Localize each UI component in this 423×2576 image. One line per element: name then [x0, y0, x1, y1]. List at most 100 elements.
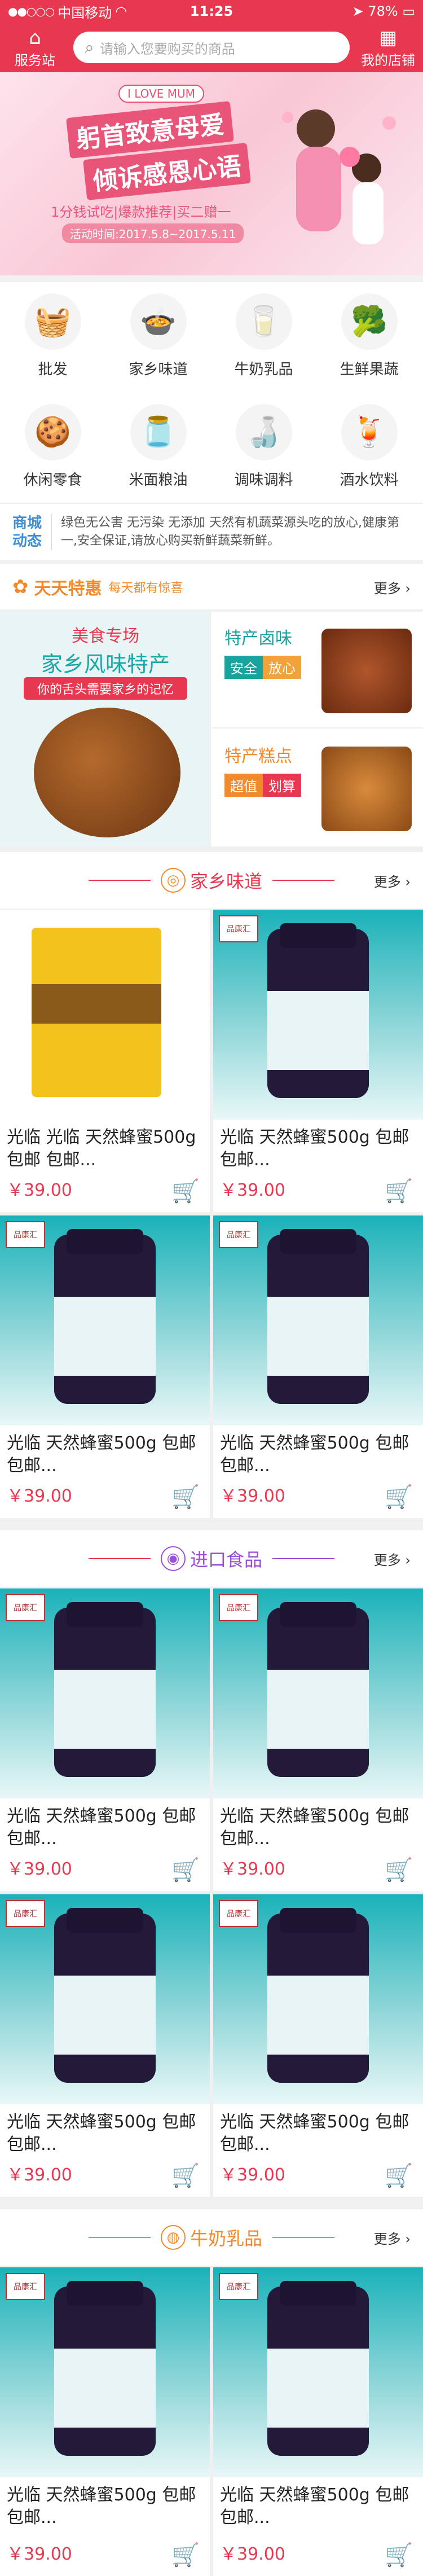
pastry-image [321, 747, 412, 831]
product-name: 光临 天然蜂蜜500g 包邮 包邮... [7, 1433, 196, 1476]
section-more-link[interactable]: 更多 › [374, 2228, 411, 2248]
status-time: 11:25 [190, 3, 233, 19]
location-icon: ➤ [352, 3, 364, 19]
chevron-right-icon: › [405, 2231, 411, 2247]
service-station-button[interactable]: ⌂ 服务站 [8, 27, 62, 69]
bottle-label [267, 1976, 369, 2055]
add-to-cart-icon[interactable]: 🛒 [385, 1178, 413, 1204]
category-label: 休闲零食 [23, 471, 82, 489]
milk-icon: ◍ [160, 2225, 186, 2250]
product-card[interactable]: 品康汇 光临 天然蜂蜜500g 包邮 包邮... ￥39.00 🛒 [0, 1894, 210, 2197]
mall-news[interactable]: 商城动态 绿色无公害 无污染 无添加 天然有机蔬菜源头吃的放心,健康第一,安全保… [0, 503, 423, 560]
snack-band [32, 984, 161, 1024]
product-name: 光临 天然蜂蜜500g 包邮 包邮... [220, 2112, 409, 2154]
supplement-bottle [54, 1229, 156, 1404]
product-card[interactable]: 品康汇 光临 天然蜂蜜500g 包邮 包邮... ￥39.00 🛒 [213, 1215, 423, 1518]
promo-main-card[interactable]: 美食专场 家乡风味特产 你的舌头需要家乡的记忆 [0, 612, 211, 846]
section-header-imported: ◉ 进口食品 更多 › [0, 1530, 423, 1587]
search-placeholder: 请输入您要购买的商品 [99, 41, 235, 57]
bottle-cap [280, 1229, 356, 1254]
category-dairy[interactable]: 🥛 牛奶乳品 [211, 282, 316, 389]
promo-side-card-braised[interactable]: 特产卤味 安全 放心 [212, 612, 423, 729]
category-wholesale[interactable]: 🧺 批发 [0, 282, 105, 389]
more-label: 更多 [373, 580, 401, 596]
category-hometown-taste[interactable]: 🍲 家乡味道 [105, 282, 211, 389]
add-to-cart-icon[interactable]: 🛒 [385, 1857, 413, 1883]
bottle-cap [67, 2281, 143, 2306]
category-label: 家乡味道 [129, 361, 188, 378]
product-image: 品康汇 [213, 1215, 423, 1425]
add-to-cart-icon[interactable]: 🛒 [385, 2162, 413, 2189]
product-card[interactable]: 品康汇 光临 天然蜂蜜500g 包邮 包邮... ￥39.00 🛒 [0, 1215, 210, 1518]
add-to-cart-icon[interactable]: 🛒 [171, 1857, 200, 1883]
supplement-bottle [267, 1908, 369, 2083]
promo-side-card-pastry[interactable]: 特产糕点 超值 划算 [212, 730, 423, 846]
product-card[interactable]: 品康汇 光临 天然蜂蜜500g 包邮 包邮... ￥39.00 🛒 [213, 1588, 423, 1891]
wifi-icon: ◠ [115, 3, 127, 19]
product-card[interactable]: 品康汇 光临 天然蜂蜜500g 包邮 包邮... ￥39.00 🛒 [0, 1588, 210, 1891]
supplement-bottle [267, 1229, 369, 1404]
braised-meat-image [321, 629, 412, 713]
more-label: 更多 [373, 1552, 401, 1568]
snack-package [32, 928, 161, 1097]
product-price: ￥39.00 [7, 1486, 72, 1506]
promo-main-line2: 家乡风味特产 [41, 652, 170, 677]
category-label: 牛奶乳品 [234, 361, 293, 378]
product-image: 品康汇 [0, 1588, 210, 1798]
supplement-bottle [54, 1602, 156, 1777]
chevron-right-icon: › [405, 1552, 411, 1568]
promo-side2-tag2: 划算 [263, 774, 301, 797]
product-card[interactable]: 品康汇 光临 天然蜂蜜500g 包邮 包邮... ￥39.00 🛒 [213, 910, 423, 1212]
section-more-link[interactable]: 更多 › [374, 1549, 411, 1569]
add-to-cart-icon[interactable]: 🛒 [171, 2162, 200, 2189]
add-to-cart-icon[interactable]: 🛒 [171, 1178, 200, 1204]
section-title: 牛奶乳品 [190, 2228, 262, 2249]
my-shop-button[interactable]: ▦ 我的店铺 [361, 27, 415, 69]
category-label: 生鲜果蔬 [340, 361, 399, 378]
food-plate-icon: 🍲 [130, 293, 187, 350]
bottle-cap [280, 923, 356, 948]
add-to-cart-icon[interactable]: 🛒 [385, 2542, 413, 2568]
product-card[interactable]: 品康汇 光临 天然蜂蜜500g 包邮 包邮... ￥39.00 🛒 [0, 2267, 210, 2576]
promo-banner[interactable]: I LOVE MUM 躬首致意母爱 倾诉感恩心语 1分钱试吃|爆款推荐|买二赠一… [0, 72, 423, 275]
home-icon: ⌂ [29, 26, 41, 49]
bottle-label [54, 1670, 156, 1749]
add-to-cart-icon[interactable]: 🛒 [171, 1484, 200, 1510]
product-name: 光临 天然蜂蜜500g 包邮 包邮... [220, 2485, 409, 2527]
promo-side1-tag2: 放心 [263, 656, 301, 679]
section-title: 家乡味道 [190, 871, 262, 892]
product-name: 光临 天然蜂蜜500g 包邮 包邮... [7, 2485, 196, 2527]
category-grain-oil[interactable]: 🫙 米面粮油 [105, 393, 211, 500]
search-input[interactable]: ⌕ 请输入您要购买的商品 [73, 32, 350, 63]
supplement-bottle [267, 1602, 369, 1777]
product-card[interactable]: 品康汇 光临 天然蜂蜜500g 包邮 包邮... ￥39.00 🛒 [213, 1894, 423, 2197]
globe-icon: ◉ [160, 1546, 186, 1571]
brand-logo: 品康汇 [6, 1900, 45, 1927]
add-to-cart-icon[interactable]: 🛒 [171, 2542, 200, 2568]
promo-main-line3: 你的舌头需要家乡的记忆 [24, 677, 187, 700]
header-divider [88, 880, 151, 881]
product-card[interactable]: 品康汇 光临 天然蜂蜜500g 包邮 包邮... ￥39.00 🛒 [213, 2267, 423, 2576]
bottle-cap [280, 1602, 356, 1627]
category-seasoning[interactable]: 🍶 调味调料 [211, 393, 316, 500]
product-price: ￥39.00 [7, 2165, 72, 2185]
category-drinks[interactable]: 🍹 酒水饮料 [316, 393, 422, 500]
flower-icon: ✿ [12, 576, 29, 598]
product-image: 品康汇 [0, 2267, 210, 2477]
add-to-cart-icon[interactable]: 🛒 [385, 1484, 413, 1510]
search-icon: ⌕ [85, 37, 94, 58]
product-card[interactable]: 光临 光临 天然蜂蜜500g 包邮 包邮... ￥39.00 🛒 [0, 910, 210, 1212]
category-snacks[interactable]: 🍪 休闲零食 [0, 393, 105, 500]
sauce-bottle-icon: 🍶 [235, 403, 292, 460]
category-fresh-produce[interactable]: 🥦 生鲜果蔬 [316, 282, 422, 389]
daily-special-more-link[interactable]: 更多 › [374, 577, 411, 597]
category-label: 酒水饮料 [340, 471, 399, 489]
category-label: 调味调料 [234, 471, 293, 489]
top-nav: ⌂ 服务站 ⌕ 请输入您要购买的商品 ▦ 我的店铺 [0, 23, 423, 72]
product-image: 品康汇 [213, 910, 423, 1120]
product-name: 光临 天然蜂蜜500g 包邮 包邮... [7, 2112, 196, 2154]
food-icon: ◎ [160, 868, 186, 893]
section-more-link[interactable]: 更多 › [374, 871, 411, 890]
product-price: ￥39.00 [220, 1486, 285, 1506]
header-divider [88, 2237, 151, 2238]
